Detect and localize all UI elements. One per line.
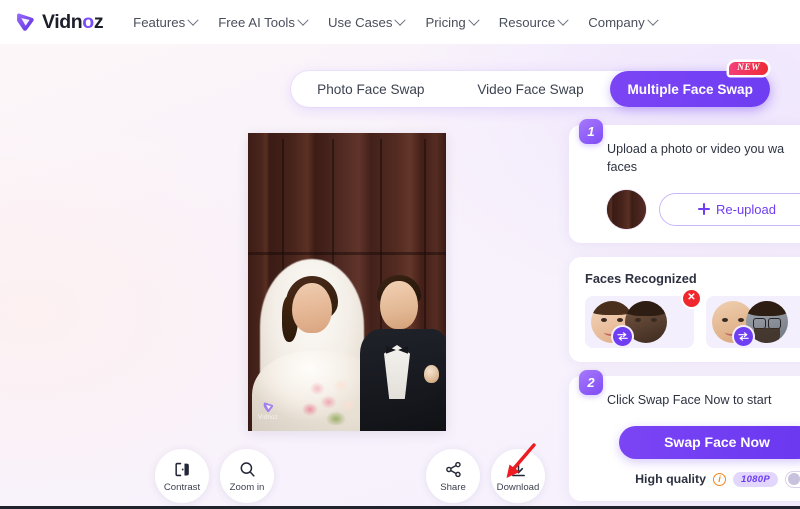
new-badge: NEW [729,62,768,75]
step-2-instruction: Click Swap Face Now to start [607,392,772,407]
nav-item-free-ai-tools[interactable]: Free AI Tools [218,14,309,30]
face-pair-2[interactable]: ✕ [706,295,800,348]
face-pair-1[interactable]: ✕ [585,289,700,348]
chevron-down-icon [297,14,309,26]
faces-recognized-title: Faces Recognized [585,270,697,286]
download-button[interactable]: Download [491,449,545,503]
contrast-label: Contrast [163,482,201,493]
nav-label: Company [588,14,645,30]
tab-label: Video Face Swap [477,81,584,97]
faces-recognized-card: Faces Recognized ✕ [569,256,800,362]
plus-icon [698,203,710,216]
step-1-badge: 1 [579,119,603,144]
faces-list: ✕ ✕ [585,289,800,348]
zoom-in-label: Zoom in [229,482,265,493]
chevron-down-icon [394,14,407,26]
wedding-photo [248,133,446,431]
site-header: Vidnoz Features Free AI Tools Use Cases … [0,0,800,44]
re-upload-button[interactable]: Re-upload [659,192,800,226]
nav-label: Features [133,14,186,30]
nav-item-resource[interactable]: Resource [498,14,569,30]
uploaded-thumbnail[interactable] [607,189,646,229]
control-panel: 1 Upload a photo or video you wa faces R… [569,119,800,501]
swap-arrows-icon [738,331,749,341]
watermark-text: Vidnoz [258,415,279,421]
photo-vignette [248,133,446,431]
image-toolbar: Contrast Zoom in Share Download [0,447,800,503]
tab-label: Multiple Face Swap [627,81,753,97]
tab-video-face-swap[interactable]: Video Face Swap [451,71,611,107]
contrast-icon [174,462,189,477]
swap-arrows-icon [617,331,628,341]
page-root: Vidnoz Features Free AI Tools Use Cases … [0,0,800,509]
step-1-instruction: Upload a photo or video you wa faces [607,142,785,174]
step-2-badge: 2 [579,369,603,395]
nav-label: Pricing [425,14,466,30]
zoom-in-button[interactable]: Zoom in [220,449,274,503]
nav-label: Free AI Tools [218,14,295,30]
chevron-down-icon [468,14,480,26]
swap-direction-icon[interactable] [734,326,753,346]
nav-label: Use Cases [327,14,393,30]
re-upload-label: Re-upload [716,201,776,217]
download-label: Download [496,482,540,493]
tab-label: Photo Face Swap [317,81,425,97]
vidnoz-watermark: Vidnoz [258,401,278,421]
swap-direction-icon[interactable] [613,326,632,346]
share-label: Share [440,482,466,493]
face-swap-tabs: Photo Face Swap Video Face Swap Multiple… [291,62,771,107]
main-nav: Features Free AI Tools Use Cases Pricing… [133,14,659,30]
nav-label: Resource [498,14,556,30]
contrast-button[interactable]: Contrast [155,449,209,503]
result-image-preview[interactable]: Vidnoz [248,133,446,431]
step-1-card: 1 Upload a photo or video you wa faces R… [569,119,800,243]
watermark-logo-icon [263,402,273,413]
chevron-down-icon [187,14,199,26]
download-icon [511,461,525,477]
chevron-down-icon [647,14,659,26]
share-icon [445,461,461,478]
nav-item-pricing[interactable]: Pricing [425,14,480,30]
remove-face-pair-1-button[interactable]: ✕ [683,289,700,307]
upload-row: Re-upload [607,189,800,229]
zoom-in-icon [240,462,255,477]
nav-item-company[interactable]: Company [588,14,659,30]
share-button[interactable]: Share [426,449,480,503]
tab-multiple-face-swap[interactable]: Multiple Face Swap [610,71,771,107]
logo-wordmark: Vidnoz [42,10,104,33]
nav-item-features[interactable]: Features [133,14,199,30]
tab-photo-face-swap[interactable]: Photo Face Swap [291,71,451,107]
nav-item-use-cases[interactable]: Use Cases [327,14,407,30]
chevron-down-icon [557,14,569,26]
vidnoz-logo-icon [17,13,34,31]
vidnoz-logo[interactable]: Vidnoz [14,10,104,34]
